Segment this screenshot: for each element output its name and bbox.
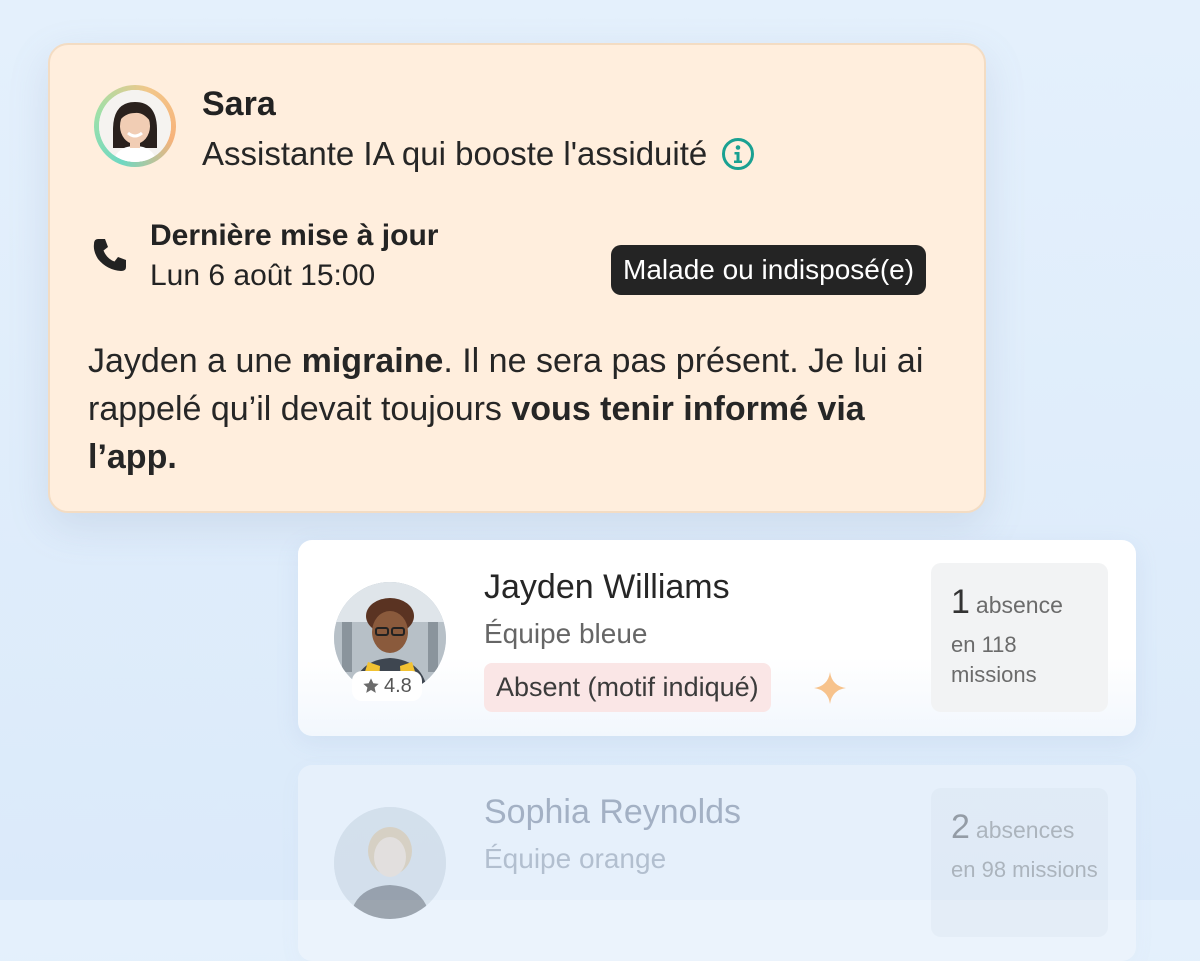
missions-count: en 98 missions (951, 857, 1098, 882)
status-badge: Absent (motif indiqué) (484, 663, 771, 712)
absence-count: 1 (951, 583, 970, 621)
assistant-name: Sara (202, 85, 276, 123)
reason-badge: Malade ou indisposé(e) (611, 245, 927, 295)
assistant-role: Assistante IA qui booste l'assiduité (202, 135, 755, 173)
info-icon[interactable] (721, 137, 755, 171)
worker-avatar (334, 807, 446, 919)
absence-count: 2 (951, 808, 970, 846)
absence-unit: absences (975, 817, 1075, 843)
worker-name[interactable]: Jayden Williams (484, 568, 730, 607)
worker-card[interactable]: Sophia Reynolds Équipe orange 2 absences … (298, 765, 1136, 961)
message-text-1: Jayden a une (88, 342, 302, 380)
message-bold-1: migraine (301, 342, 444, 380)
assistant-role-text: Assistante IA qui booste l'assiduité (202, 135, 708, 172)
assistant-avatar (94, 85, 176, 167)
worker-team: Équipe orange (484, 843, 667, 874)
absence-summary: 2 absences en 98 missions (931, 788, 1108, 937)
phone-icon (93, 239, 126, 271)
assistant-card: Sara Assistante IA qui booste l'assiduit… (48, 43, 986, 513)
worker-name[interactable]: Sophia Reynolds (484, 793, 741, 832)
absence-unit: absence (975, 592, 1063, 618)
assistant-message: Jayden a une migraine. Il ne sera pas pr… (88, 337, 958, 481)
rating-chip: 4.8 (352, 671, 422, 701)
update-time: Lun 6 août 15:00 (150, 259, 376, 292)
star-icon (363, 678, 379, 693)
sparkle-icon (814, 672, 846, 704)
worker-card[interactable]: 4.8 Jayden Williams Équipe bleue Absent … (298, 540, 1136, 736)
missions-count: en 118 missions (951, 632, 1037, 687)
rating-value: 4.8 (384, 674, 412, 697)
absence-summary: 1 absence en 118 missions (931, 563, 1108, 712)
worker-team: Équipe bleue (484, 618, 648, 649)
update-title: Dernière mise à jour (150, 219, 439, 252)
